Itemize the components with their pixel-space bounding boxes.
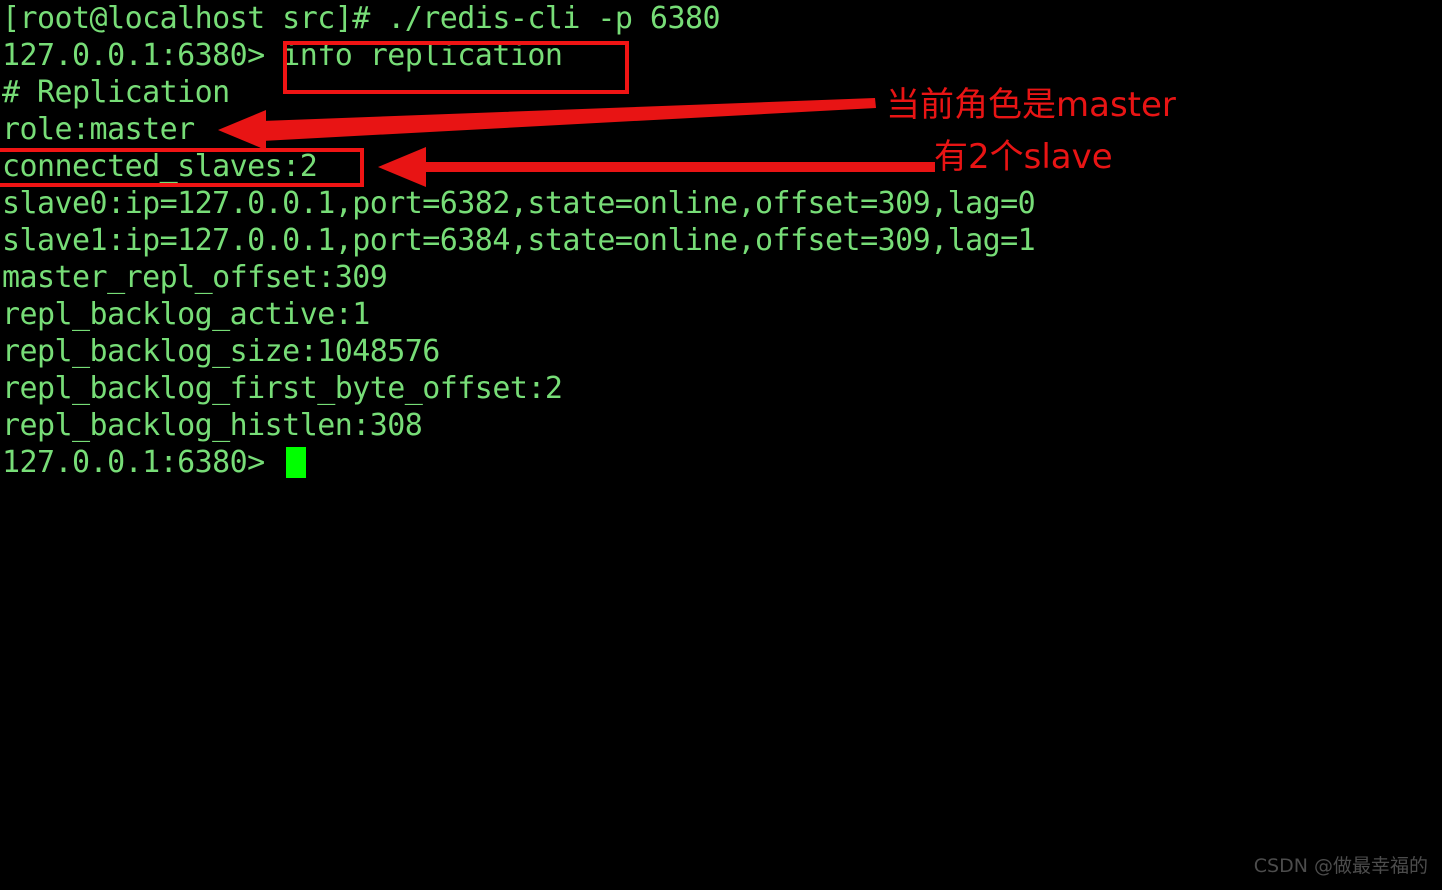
callout-role-master: 当前角色是master [886,85,1176,125]
terminal-line-repl-backlog-active: repl_backlog_active:1 [2,297,370,332]
terminal-output[interactable]: [root@localhost src]# ./redis-cli -p 638… [0,0,1442,481]
csdn-watermark: CSDN @做最幸福的 [1253,855,1428,877]
terminal-prompt-line[interactable]: 127.0.0.1:6380> [0,444,1442,481]
terminal-line-slave1: slave1:ip=127.0.0.1,port=6384,state=onli… [2,223,1036,258]
terminal-line-slave0: slave0:ip=127.0.0.1,port=6382,state=onli… [2,186,1036,221]
terminal-screenshot: [root@localhost src]# ./redis-cli -p 638… [0,0,1442,890]
terminal-line-repl-backlog-first-byte-offset: repl_backlog_first_byte_offset:2 [2,371,563,406]
callout-two-slaves: 有2个slave [934,137,1113,177]
terminal-line-section-header: # Replication [2,75,230,110]
terminal-line-info-replication: 127.0.0.1:6380> info replication [2,38,563,73]
terminal-line-connected-slaves: connected_slaves:2 [2,149,318,184]
terminal-line-command-prompt: [root@localhost src]# ./redis-cli -p 638… [2,1,721,36]
prompt-text: 127.0.0.1:6380> [2,445,283,480]
terminal-line-repl-backlog-histlen: repl_backlog_histlen:308 [2,408,423,443]
terminal-line-role: role:master [2,112,195,147]
text-cursor [286,447,307,478]
terminal-line-repl-backlog-size: repl_backlog_size:1048576 [2,334,440,369]
terminal-line-master-repl-offset: master_repl_offset:309 [2,260,388,295]
